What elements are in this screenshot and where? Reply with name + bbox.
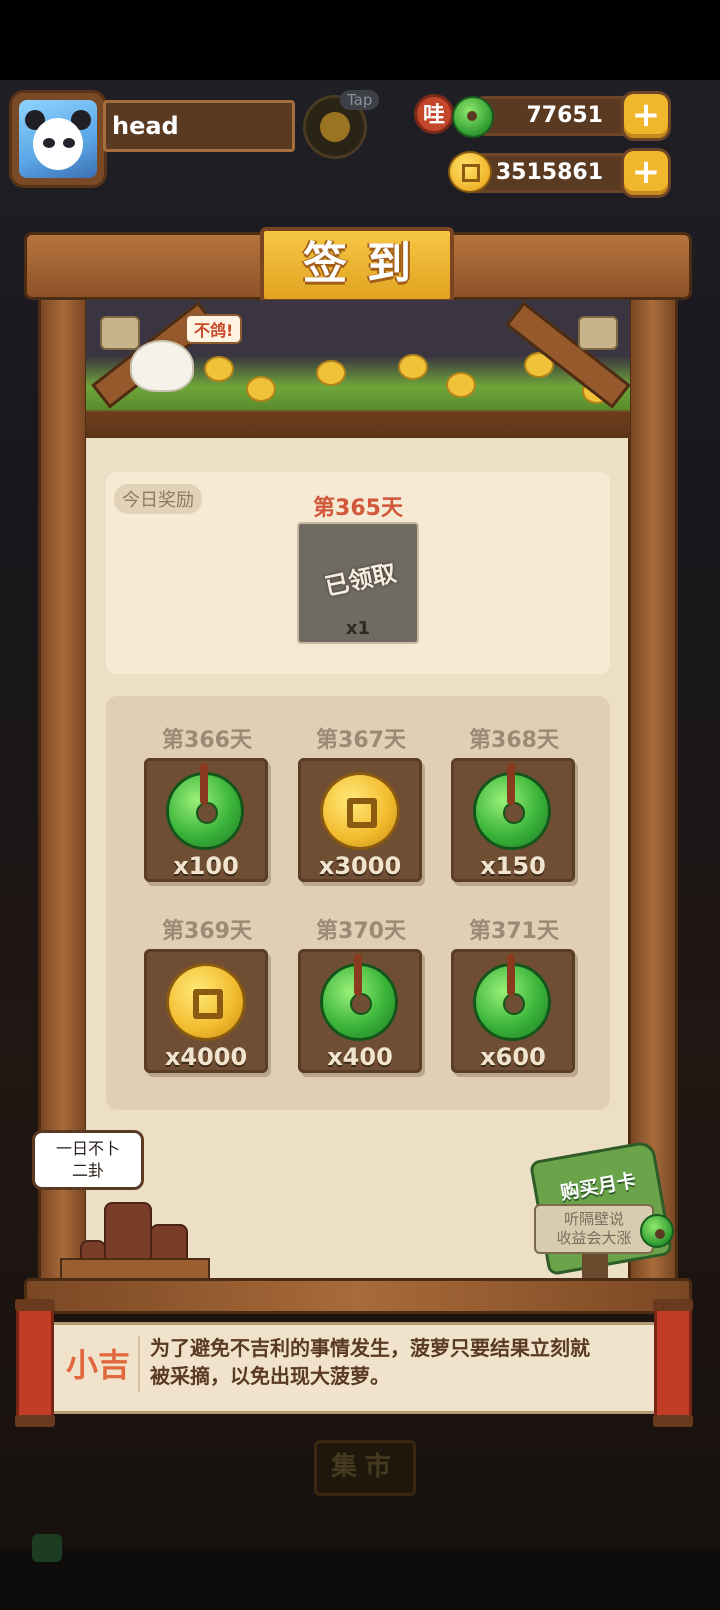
add-coins-button[interactable]: + — [624, 151, 668, 195]
chicken-mascot — [130, 340, 194, 392]
panda-eye-right — [63, 138, 75, 148]
panda-face — [33, 118, 83, 170]
panel-title: 签到 — [260, 227, 454, 303]
coin-hole — [347, 798, 377, 828]
dialog-divider — [138, 1336, 140, 1392]
reward-slot[interactable]: x3000 — [298, 758, 422, 882]
jade-icon — [473, 954, 551, 1041]
dialog-message: 为了避免不吉利的事情发生，菠萝只要结果立刻就 被采摘，以免出现大菠萝。 — [150, 1334, 650, 1390]
pineapple-flower — [398, 354, 428, 380]
add-jade-button[interactable]: + — [624, 94, 668, 138]
reward-slot[interactable]: x100 — [144, 758, 268, 882]
reward-quantity: x150 — [480, 852, 546, 880]
panda-eye-left — [43, 138, 55, 148]
jade-hole — [503, 993, 525, 1015]
reward-quantity: x400 — [327, 1043, 393, 1071]
sign-post — [582, 1254, 608, 1280]
dialog-speaker: 小吉 — [66, 1346, 131, 1384]
coin-icon — [320, 772, 400, 850]
reward-day-label: 第366天 — [162, 728, 252, 753]
jade-icon — [320, 954, 398, 1041]
today-reward-tag: 今日奖励 — [114, 484, 202, 514]
fortune-speech-bubble: 一日不卜 二卦 — [32, 1130, 144, 1190]
chick-icon — [320, 112, 350, 142]
reward-day-label: 第371天 — [469, 919, 559, 944]
dialog-line-2: 被采摘，以免出现大菠萝。 — [150, 1364, 390, 1388]
reward-day-label: 第368天 — [469, 728, 559, 753]
reward-slot[interactable]: x600 — [451, 949, 575, 1073]
today-reward-quantity: x1 — [345, 618, 371, 639]
jade-hole — [503, 802, 525, 824]
speech-line-1: 一日不卜 — [55, 1139, 120, 1158]
coin-icon — [166, 963, 246, 1041]
player-name: head — [103, 100, 295, 152]
jade-cord — [200, 763, 208, 805]
pineapple-flower — [446, 372, 476, 398]
reward-quantity: x100 — [173, 852, 239, 880]
jade-icon — [166, 763, 244, 850]
chicken-bubble: 不鸽! — [185, 314, 243, 344]
jade-cord — [507, 763, 515, 805]
reward-slot[interactable]: x400 — [298, 949, 422, 1073]
reward-quantity: x3000 — [318, 852, 402, 880]
avatar-image — [19, 100, 97, 178]
dialog-line-1: 为了避免不吉利的事情发生，菠萝只要结果立刻就 — [150, 1336, 590, 1360]
reward-slot[interactable]: x4000 — [144, 949, 268, 1073]
wa-badge[interactable]: 哇 — [414, 94, 454, 134]
coin-currency-icon — [448, 151, 492, 193]
jade-cord — [507, 954, 515, 996]
reward-slot[interactable]: x150 — [451, 758, 575, 882]
reward-quantity: x4000 — [164, 1043, 248, 1071]
reward-quantity: x600 — [480, 1043, 546, 1071]
speech-line-2: 二卦 — [71, 1161, 104, 1180]
scroll-end-left — [15, 1299, 55, 1427]
coin-hole — [193, 989, 223, 1019]
scroll-end-right — [653, 1299, 693, 1427]
tap-label: Tap — [340, 90, 380, 110]
monthly-card-tip-line-2: 收益会大涨 — [556, 1229, 632, 1247]
rope-knot-left — [100, 316, 140, 350]
jade-cord — [354, 954, 362, 996]
jade-icon — [473, 763, 551, 850]
pineapple-flower — [316, 360, 346, 386]
pineapple-flower — [246, 376, 276, 402]
rope-knot-right — [578, 316, 618, 350]
reward-day-label: 第369天 — [162, 919, 252, 944]
jade-hole — [196, 802, 218, 824]
reward-day-label: 第370天 — [316, 919, 406, 944]
jade-decoration-icon — [640, 1214, 674, 1248]
reward-day-label: 第367天 — [316, 728, 406, 753]
bottom-beam — [24, 1278, 692, 1314]
monthly-card-tip-line-1: 听隔壁说 — [563, 1210, 624, 1228]
today-day-label: 第365天 — [313, 496, 403, 521]
bottom-corner-button[interactable] — [32, 1534, 62, 1562]
bottom-bar — [0, 1548, 720, 1610]
monthly-card-tip[interactable]: 听隔壁说 收益会大涨 — [534, 1204, 654, 1254]
player-avatar[interactable] — [12, 93, 104, 185]
pineapple-flower — [204, 356, 234, 382]
right-post — [628, 290, 678, 1290]
jade-currency-icon — [452, 96, 494, 138]
jade-hole — [350, 993, 372, 1015]
